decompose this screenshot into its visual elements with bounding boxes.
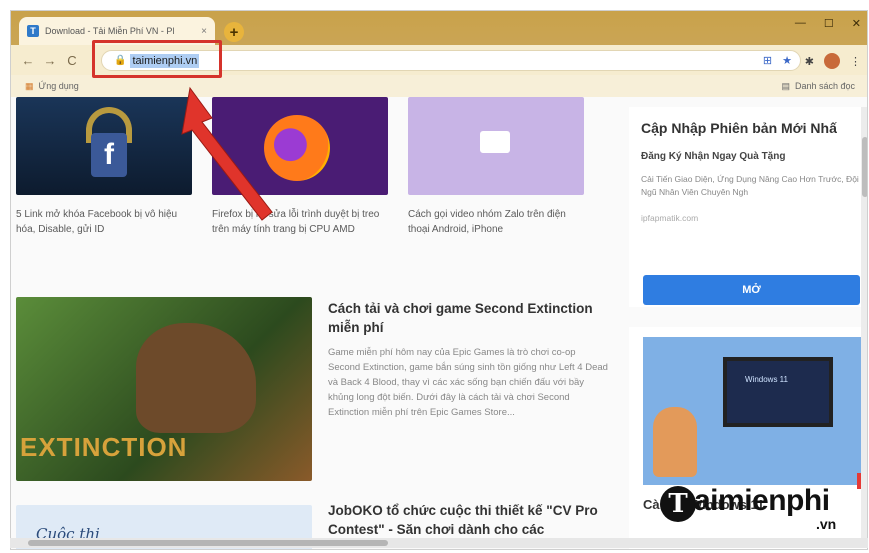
reading-list[interactable]: ▤ Danh sách đọc [781, 81, 855, 92]
character-illustration [653, 407, 697, 477]
apps-bookmark[interactable]: ▦ Ứng dụng [25, 81, 79, 92]
featured-title[interactable]: Cách tải và chơi game Second Extinction … [328, 299, 608, 337]
second-extinction-thumbnail[interactable]: EXTINCTION [16, 297, 312, 481]
vertical-scrollbar[interactable] [861, 107, 867, 547]
firefox-article-thumbnail[interactable] [212, 97, 388, 195]
vertical-scroll-thumb[interactable] [862, 137, 867, 197]
window-controls: — ☐ ✕ [795, 17, 861, 30]
windows-11-thumbnail: Windows 11 [643, 337, 861, 485]
monitor-illustration: Windows 11 [723, 357, 833, 427]
featured-summary: Game miễn phí hôm nay của Epic Games là … [328, 347, 608, 418]
new-tab-button[interactable]: + [224, 22, 244, 42]
watermark-name: aimienphi [694, 484, 830, 517]
video-call-icon [480, 131, 510, 153]
url-highlight-box [92, 40, 222, 78]
reading-list-icon: ▤ [781, 80, 790, 91]
reading-list-label: Danh sách đọc [794, 81, 855, 91]
second-title[interactable]: JobOKO tổ chức cuộc thi thiết kế "CV Pro… [328, 501, 608, 539]
favicon-icon: T [27, 25, 39, 37]
install-app-icon[interactable]: ⊞ [763, 54, 772, 67]
horizontal-scroll-thumb[interactable] [28, 540, 388, 546]
close-window-icon[interactable]: ✕ [852, 17, 861, 30]
forward-icon[interactable]: → [39, 53, 61, 68]
article-caption[interactable]: Cách gọi video nhóm Zalo trên điện thoại… [408, 207, 588, 237]
article-caption[interactable]: 5 Link mở khóa Facebook bị vô hiệu hóa, … [16, 207, 194, 237]
maximize-icon[interactable]: ☐ [824, 17, 834, 30]
browser-window: T Download - Tải Miễn Phí VN - Pl × + — … [10, 10, 868, 550]
watermark-letter: T [660, 486, 696, 522]
zalo-article-thumbnail[interactable] [408, 97, 584, 195]
tab-title: Download - Tải Miễn Phí VN - Pl [45, 26, 175, 36]
article-caption[interactable]: Firefox bị lỗi sửa lỗi trình duyệt bị tr… [212, 207, 392, 237]
apps-grid-icon: ▦ [25, 80, 34, 91]
tab-close-icon[interactable]: × [201, 26, 207, 37]
extensions-icon[interactable]: ✱ [805, 55, 814, 68]
screenshot-frame: T Download - Tải Miễn Phí VN - Pl × + — … [0, 0, 869, 553]
ad-title[interactable]: Cập Nhập Phiên bản Mới Nhấ [641, 119, 867, 138]
toolbar-extras: ✱ ⋮ [805, 53, 861, 69]
monitor-text: Windows 11 [745, 375, 788, 384]
bookmarks-bar: ▦ Ứng dụng ▤ Danh sách đọc [11, 75, 867, 97]
dinosaur-illustration [136, 323, 256, 433]
minimize-icon[interactable]: — [795, 17, 806, 30]
ad-subtitle: Đăng Ký Nhận Ngay Quà Tặng [641, 151, 786, 162]
back-icon[interactable]: ← [17, 53, 39, 68]
reload-icon[interactable]: C [61, 53, 83, 68]
menu-kebab-icon[interactable]: ⋮ [850, 55, 861, 68]
game-logo-text: EXTINCTION [20, 432, 188, 462]
ad-description: Cải Tiến Giao Diện, Ứng Dụng Nâng Cao Hơ… [641, 174, 859, 197]
bookmark-star-icon[interactable]: ★ [782, 54, 792, 67]
facebook-logo-icon: f [91, 133, 127, 177]
horizontal-scrollbar[interactable] [10, 538, 868, 548]
facebook-article-thumbnail[interactable]: f [16, 97, 192, 195]
firefox-logo-icon [264, 115, 330, 181]
profile-avatar[interactable] [824, 53, 840, 69]
apps-label: Ứng dụng [38, 81, 79, 91]
ad-open-button[interactable]: MỞ [643, 275, 860, 305]
watermark-domain: .vn [816, 516, 837, 532]
watermark-logo: T aimienphi .vn [660, 482, 860, 532]
ad-domain[interactable]: ipfapmatik.com [641, 211, 698, 226]
